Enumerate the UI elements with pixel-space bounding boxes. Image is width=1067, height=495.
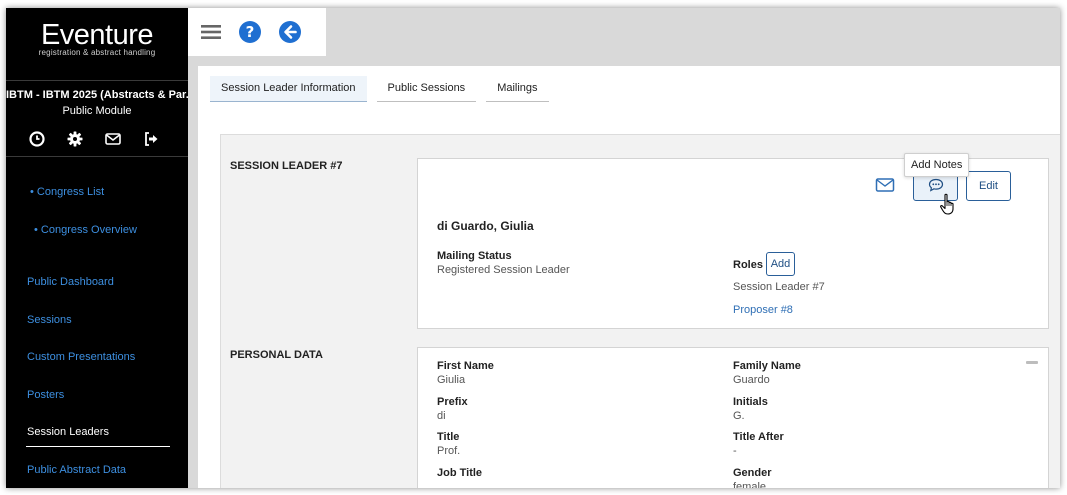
role-item: Session Leader #7	[733, 281, 825, 293]
edit-button[interactable]: Edit	[966, 171, 1011, 201]
module-subtitle: Public Module	[62, 105, 132, 117]
tab-session-leader-information[interactable]: Session Leader Information	[210, 76, 367, 102]
app-window: Eventure registration & abstract handlin…	[6, 8, 1060, 488]
family-name-value: Guardo	[733, 374, 770, 386]
title-after-label: Title After	[733, 431, 784, 443]
logo-tagline: registration & abstract handling	[38, 48, 156, 57]
sign-out-icon[interactable]	[142, 130, 160, 148]
prefix-label: Prefix	[437, 396, 468, 408]
tab-mailings[interactable]: Mailings	[486, 76, 549, 102]
speech-bubble-icon	[928, 178, 944, 195]
logo-name: Eventure	[40, 19, 154, 51]
personal-data-heading: PERSONAL DATA	[230, 349, 323, 361]
active-nav-underline	[26, 446, 170, 447]
initials-value: G.	[733, 410, 745, 422]
session-leader-heading: SESSION LEADER #7	[230, 160, 343, 172]
sidebar-icon-row	[28, 130, 160, 148]
leader-name: di Guardo, Giulia	[437, 219, 534, 233]
nav-congress-list[interactable]: • Congress List	[30, 186, 104, 198]
add-role-button[interactable]: Add	[766, 252, 795, 276]
mail-icon[interactable]	[875, 177, 895, 198]
mailing-status-label: Mailing Status	[437, 250, 512, 262]
nav-session-leaders[interactable]: Session Leaders	[27, 426, 109, 438]
tab-bar: Session Leader Information Public Sessio…	[210, 76, 549, 102]
back-arrow-icon[interactable]	[278, 20, 302, 44]
add-notes-tooltip: Add Notes	[904, 153, 970, 177]
sidebar-divider	[6, 156, 188, 157]
envelope-icon[interactable]	[104, 130, 122, 148]
initials-label: Initials	[733, 396, 768, 408]
first-name-label: First Name	[437, 360, 494, 372]
nav-public-abstract-data[interactable]: Public Abstract Data	[27, 464, 126, 476]
proposer-link[interactable]: Proposer #8	[733, 304, 793, 316]
gear-icon[interactable]	[66, 130, 84, 148]
nav-public-dashboard[interactable]: Public Dashboard	[27, 276, 114, 288]
nav-congress-overview[interactable]: • Congress Overview	[34, 224, 137, 236]
title-after-value: -	[733, 445, 737, 457]
module-title: IBTM - IBTM 2025 (Abstracts & Par...	[6, 89, 188, 101]
session-leader-card: Edit di Guardo, Giulia Mailing Status Re…	[417, 158, 1049, 329]
gender-value: female	[733, 481, 767, 488]
title-label: Title	[437, 431, 460, 443]
hand-cursor-icon	[939, 193, 957, 220]
nav-custom-presentations[interactable]: Custom Presentations	[27, 351, 135, 363]
svg-text:?: ?	[246, 23, 255, 41]
tab-public-sessions[interactable]: Public Sessions	[376, 76, 477, 102]
sidebar-divider	[6, 80, 188, 81]
mailing-status-value: Registered Session Leader	[437, 264, 570, 276]
menu-icon[interactable]	[200, 23, 222, 41]
roles-label: Roles	[733, 259, 763, 271]
job-title-label: Job Title	[437, 467, 483, 479]
top-toolbar: ?	[188, 8, 326, 56]
collapse-icon[interactable]	[1026, 361, 1038, 364]
nav-sessions[interactable]: Sessions	[27, 314, 72, 326]
sidebar: Eventure registration & abstract handlin…	[6, 8, 188, 488]
clock-icon[interactable]	[28, 130, 46, 148]
help-icon[interactable]: ?	[238, 20, 262, 44]
nav-posters[interactable]: Posters	[27, 389, 64, 401]
first-name-value: Giulia	[437, 374, 466, 386]
personal-data-card: First Name Giulia Family Name Guardo Pre…	[417, 347, 1049, 488]
family-name-label: Family Name	[733, 360, 801, 372]
main-panel: Session Leader Information Public Sessio…	[198, 66, 1060, 488]
prefix-value: di	[437, 410, 446, 422]
title-value: Prof.	[437, 445, 461, 457]
logo: Eventure registration & abstract handlin…	[6, 20, 188, 57]
gender-label: Gender	[733, 467, 772, 479]
